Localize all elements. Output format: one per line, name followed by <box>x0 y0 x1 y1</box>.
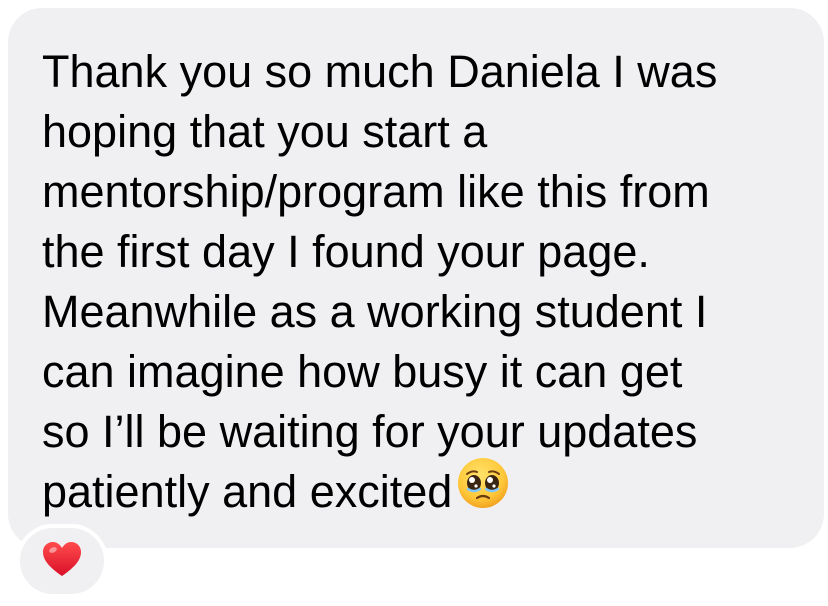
message-line: can imagine how busy it can get <box>42 346 683 397</box>
message-line-last: patiently and excited <box>42 457 794 525</box>
heart-reaction[interactable] <box>16 524 108 598</box>
message-line: so I’ll be waiting for your updates <box>42 406 698 457</box>
message-line: Thank you so much Daniela I was <box>42 46 718 97</box>
message-line: mentorship/program like this from <box>42 166 710 217</box>
message-line: hoping that you start a <box>42 106 488 157</box>
message-line-text: patiently and excited <box>42 466 453 517</box>
red-heart-icon <box>41 540 83 583</box>
message-line: the first day I found your page. <box>42 226 650 277</box>
message-bubble[interactable]: Thank you so much Daniela I was hoping t… <box>8 8 824 548</box>
pleading-face-emoji-icon <box>456 456 510 525</box>
message-text: Thank you so much Daniela I was hoping t… <box>42 42 794 525</box>
message-line: Meanwhile as a working student I <box>42 286 708 337</box>
